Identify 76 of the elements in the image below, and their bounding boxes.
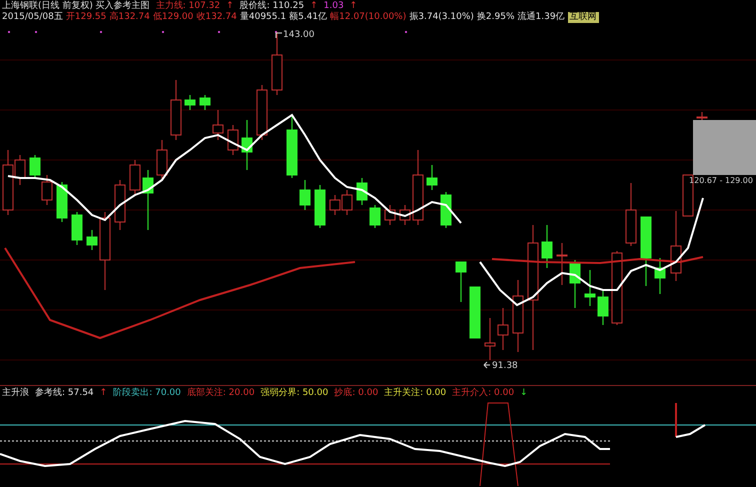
candlestick <box>272 32 282 96</box>
candlestick <box>300 180 310 210</box>
arrow-mark: ↑ <box>350 1 358 12</box>
candlestick <box>314 184 326 228</box>
low-price-label: 91.38 <box>492 361 518 371</box>
arrow-mark: ↑ <box>310 1 318 12</box>
candlestick <box>400 204 410 226</box>
candlestick <box>256 84 268 140</box>
quote-field: 量40955.1 <box>240 12 286 23</box>
quote-field: 2015/05/08五 <box>2 12 63 23</box>
candlestick <box>626 182 636 246</box>
header-text: 股价线: 110.25 <box>240 1 304 12</box>
candlestick <box>212 110 224 140</box>
candlestick <box>470 286 480 338</box>
candlestick <box>156 140 168 180</box>
legend-text: 主升介入: 0.00 <box>452 388 514 399</box>
arrow-mark: ↑ <box>100 388 108 399</box>
candlestick <box>170 80 182 140</box>
arrow-mark: ↑ <box>226 1 234 12</box>
candlestick <box>56 182 68 222</box>
quote-field: 流通1.39亿 <box>518 12 565 23</box>
candlestick <box>570 260 580 308</box>
quote-field: 幅12.07(10.00%) <box>330 12 406 23</box>
candlestick <box>584 270 596 306</box>
candlestick <box>184 94 196 110</box>
candlestick <box>542 224 552 268</box>
candlestick <box>654 258 666 294</box>
candlestick <box>440 192 452 228</box>
header-text: 1.03 <box>324 1 344 12</box>
quote-field: 低129.00 <box>152 12 194 23</box>
candlestick <box>456 262 466 302</box>
candlestick <box>30 154 40 178</box>
candlestick <box>598 290 608 326</box>
quote-field: 额5.41亿 <box>289 12 328 23</box>
candlestick <box>228 124 238 156</box>
candlestick <box>356 178 368 206</box>
legend-text: 强弱分界: 50.00 <box>260 388 328 399</box>
legend-text: 主升浪 <box>2 388 29 399</box>
quote-field: 开129.55 <box>66 12 106 23</box>
candlestick <box>142 170 154 230</box>
high-price-label: 143.00 <box>283 30 314 40</box>
leader-line <box>276 32 282 38</box>
header-text: 主力线: 107.32 <box>156 1 220 12</box>
candlestick <box>42 174 52 206</box>
candlestick <box>130 160 140 196</box>
header-text: 上海钢联(日线 前复权) 买入参考主图 <box>2 1 150 12</box>
legend-text: 阶段卖出: 70.00 <box>113 388 181 399</box>
candlestick <box>696 112 708 120</box>
candlestick <box>72 212 82 246</box>
candlestick <box>86 230 98 250</box>
quote-field: 换2.95% <box>476 12 514 23</box>
candlestick <box>640 216 652 286</box>
legend-text: 抄底: 0.00 <box>334 388 378 399</box>
candlestick <box>426 164 438 190</box>
candlestick <box>242 120 252 170</box>
candlestick <box>384 204 396 226</box>
candlestick <box>330 194 340 216</box>
legend-text: 主升关注: 0.00 <box>384 388 446 399</box>
candlestick <box>498 308 508 350</box>
candlestick <box>484 318 496 360</box>
candlestick <box>370 204 380 228</box>
candlestick <box>342 190 352 216</box>
quote-field: 振3.74(3.10%) <box>409 12 474 23</box>
arrow-mark: ↓ <box>520 388 528 399</box>
legend-text: 参考线: 57.54 <box>35 388 94 399</box>
oscillator-line <box>676 424 706 438</box>
leader-line <box>484 362 490 368</box>
quote-field: 收132.74 <box>196 12 237 23</box>
candlestick <box>286 114 298 178</box>
candlestick <box>114 180 126 230</box>
quote-field: 高132.74 <box>109 12 150 23</box>
sector-tag[interactable]: 互联网 <box>568 12 599 23</box>
info-panel <box>693 120 756 175</box>
candlestick <box>200 94 210 110</box>
candlestick <box>556 242 568 286</box>
legend-text: 底部关注: 20.00 <box>186 388 255 399</box>
